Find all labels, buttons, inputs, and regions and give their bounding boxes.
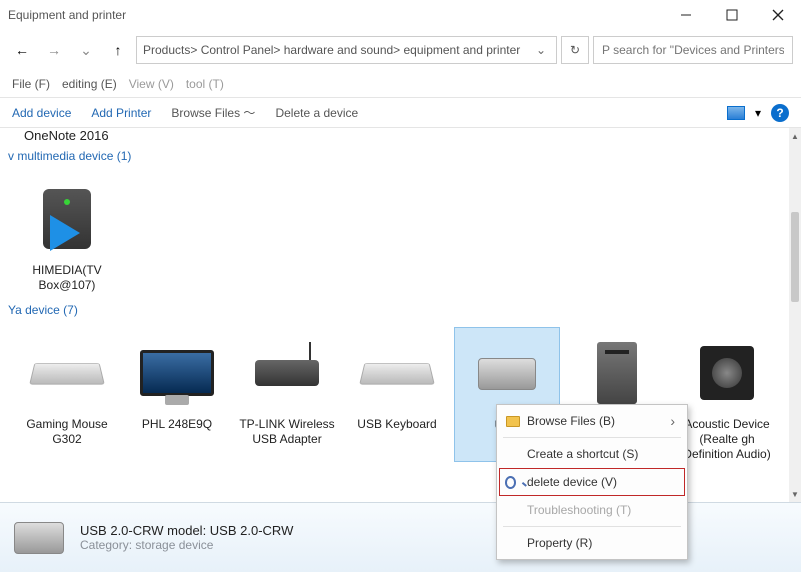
folder-icon: [505, 413, 521, 429]
tower-icon: [597, 342, 637, 404]
window-controls: [663, 0, 801, 30]
device-item[interactable]: USB Keyboard: [344, 327, 450, 462]
window-title: Equipment and printer: [8, 8, 663, 22]
scroll-up-button[interactable]: ▲: [789, 128, 801, 144]
close-button[interactable]: [755, 0, 801, 30]
minimize-button[interactable]: [663, 0, 709, 30]
forward-button[interactable]: →: [40, 36, 68, 64]
device-label: TP-LINK Wireless USB Adapter: [234, 417, 340, 447]
menu-file[interactable]: File (F): [8, 77, 54, 91]
ctx-troubleshoot[interactable]: Troubleshooting (T): [499, 496, 685, 524]
kb-icon: [29, 363, 105, 385]
add-printer-button[interactable]: Add Printer: [91, 106, 151, 120]
list-item[interactable]: OneNote 2016: [0, 128, 789, 143]
router-icon: [255, 360, 319, 386]
menu-edit[interactable]: editing (E): [58, 77, 121, 91]
add-device-button[interactable]: Add device: [12, 106, 71, 120]
status-device-icon: [14, 520, 64, 556]
device-label: USB Keyboard: [344, 417, 450, 432]
window-titlebar: Equipment and printer: [0, 0, 801, 30]
breadcrumb: Products> Control Panel> hardware and so…: [143, 43, 520, 57]
command-toolbar: Add device Add Printer Browse Files ～ De…: [0, 98, 801, 128]
scroll-track[interactable]: [789, 144, 801, 486]
ctx-separator: [503, 437, 681, 438]
ctx-separator: [503, 526, 681, 527]
device-himedia[interactable]: HIMEDIA(TV Box@107): [14, 173, 120, 293]
device-item[interactable]: Acoustic Device (Realte gh Definition Au…: [674, 327, 780, 462]
delete-device-button[interactable]: Delete a device: [275, 106, 358, 120]
nav-bar: ← → ⌄ ↑ Products> Control Panel> hardwar…: [0, 30, 801, 70]
status-line-2: Category: storage device: [80, 538, 293, 552]
menu-bar: File (F) editing (E) View (V) tool (T): [0, 70, 801, 98]
ctx-delete-device[interactable]: delete device (V): [499, 468, 685, 496]
status-line-1: USB 2.0-CRW model: USB 2.0-CRW: [80, 523, 293, 538]
category-ya-device[interactable]: Ya device (7): [0, 297, 789, 323]
recent-dropdown[interactable]: ⌄: [72, 36, 100, 64]
up-button[interactable]: ↑: [104, 36, 132, 64]
category-multimedia[interactable]: v multimedia device (1): [0, 143, 789, 169]
device-item[interactable]: TP-LINK Wireless USB Adapter: [234, 327, 340, 462]
ctx-create-shortcut[interactable]: Create a shortcut (S): [499, 440, 685, 468]
ctx-property[interactable]: Property (R): [499, 529, 685, 557]
back-button[interactable]: ←: [8, 36, 36, 64]
magnifier-icon: [505, 474, 521, 490]
extdrive-icon: [478, 358, 536, 390]
address-bar[interactable]: Products> Control Panel> hardware and so…: [136, 36, 557, 64]
view-mode-button[interactable]: [727, 106, 745, 120]
refresh-button[interactable]: ↻: [561, 36, 589, 64]
maximize-button[interactable]: [709, 0, 755, 30]
device-label: Acoustic Device (Realte gh Definition Au…: [674, 417, 780, 462]
device-label: HIMEDIA(TV Box@107): [14, 263, 120, 293]
browse-files-button[interactable]: Browse Files ～: [171, 104, 255, 121]
device-item[interactable]: Gaming Mouse G302: [14, 327, 120, 462]
context-menu: Browse Files (B) Create a shortcut (S) d…: [496, 404, 688, 560]
search-input[interactable]: [593, 36, 793, 64]
scroll-thumb[interactable]: [791, 212, 799, 302]
menu-tool[interactable]: tool (T): [182, 77, 228, 91]
kb-icon: [359, 363, 435, 385]
help-button[interactable]: ?: [771, 104, 789, 122]
device-label: Gaming Mouse G302: [14, 417, 120, 447]
play-overlay-icon: [50, 215, 80, 251]
speaker-icon: [700, 346, 754, 400]
ctx-browse-files[interactable]: Browse Files (B): [499, 407, 685, 435]
scroll-down-button[interactable]: ▼: [789, 486, 801, 502]
view-mode-dropdown[interactable]: ▾: [755, 106, 761, 120]
menu-view[interactable]: View (V): [125, 77, 178, 91]
device-item[interactable]: PHL 248E9Q: [124, 327, 230, 462]
device-label: PHL 248E9Q: [124, 417, 230, 432]
address-dropdown-icon[interactable]: ⌄: [532, 43, 550, 57]
mon-icon: [140, 350, 214, 396]
vertical-scrollbar[interactable]: ▲ ▼: [789, 128, 801, 502]
